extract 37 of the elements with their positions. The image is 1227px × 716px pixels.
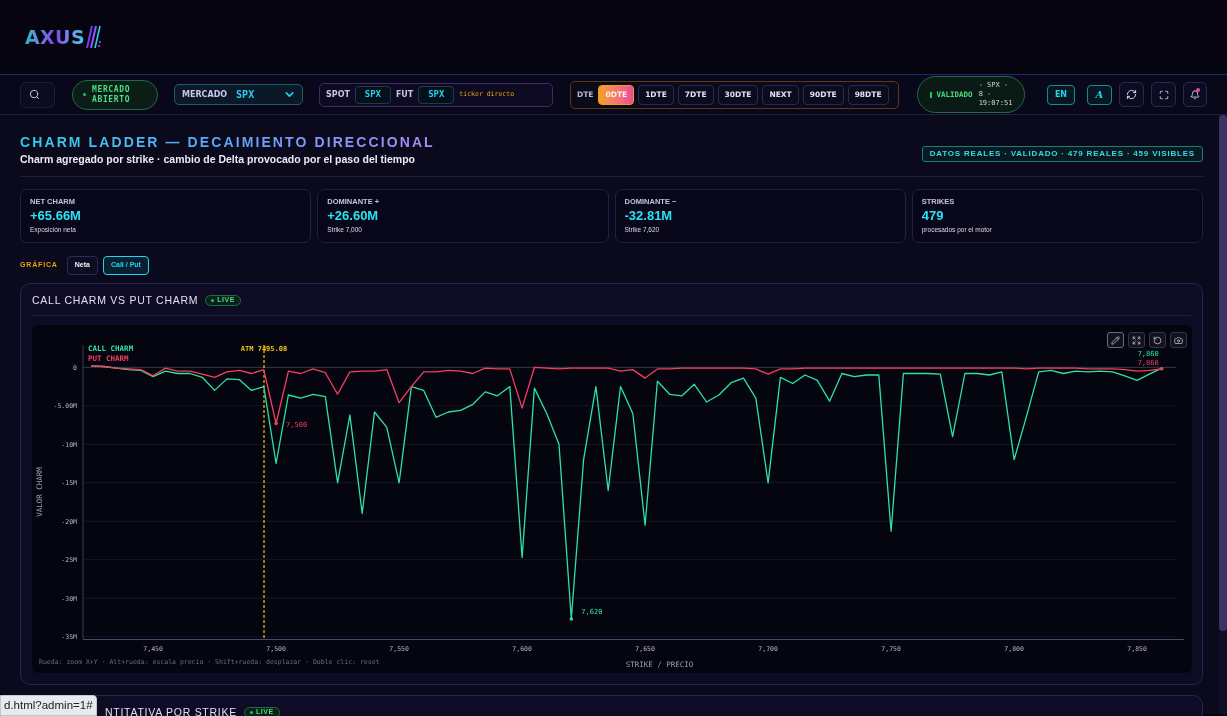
snapshot-button[interactable] [1170,332,1187,348]
search-icon [29,89,40,100]
data-status-badge: DATOS REALES · VALIDADO · 479 REALES · 459 VISIBLES [921,145,1203,162]
panel-title: NTITATIVA POR STRIKE [105,706,237,716]
zoom-fit-button[interactable] [1128,332,1145,348]
panel-title: CALL CHARM VS PUT CHARM [32,292,199,308]
ticker-label: FUT [395,88,414,101]
expand-icon [1132,335,1141,345]
refresh-icon [1126,89,1137,100]
camera-icon [1174,335,1183,345]
fullscreen-button[interactable] [1151,82,1176,107]
reset-view-button[interactable] [1149,332,1166,348]
pencil-icon [1111,335,1120,345]
point-marker [1159,367,1164,371]
slash-marks-icon [86,25,103,49]
market-select[interactable]: MERCADO SPX [174,84,303,105]
notifications-button[interactable] [1183,82,1207,107]
font-toggle-button[interactable]: A [1087,84,1112,105]
bell-icon [1190,89,1200,100]
reset-icon [1153,335,1162,345]
point-marker [569,617,574,621]
search-button[interactable] [20,81,55,108]
link-preview-status: d.html?admin=1# [0,695,97,716]
ticker-field[interactable]: SPX [354,85,391,104]
language-button[interactable]: EN [1047,84,1075,105]
point-marker [274,421,278,426]
stat-value: -32.81M [624,208,674,224]
draw-tool-button[interactable] [1107,332,1124,348]
fullscreen-icon [1158,89,1169,100]
stat-value: +26.60M [327,208,380,224]
ticker-label: SPOT [326,88,350,101]
ticker-field[interactable]: SPX [418,85,455,104]
stat-value: 479 [921,208,945,224]
market-status-label: MERCADO ABIERTO [92,84,132,105]
refresh-button[interactable] [1119,82,1144,107]
page-subtitle: Charm agregado por strike · cambio de Delta provocado por el paso del tiempo [20,152,416,166]
stat-value: +65.66M [30,208,82,224]
